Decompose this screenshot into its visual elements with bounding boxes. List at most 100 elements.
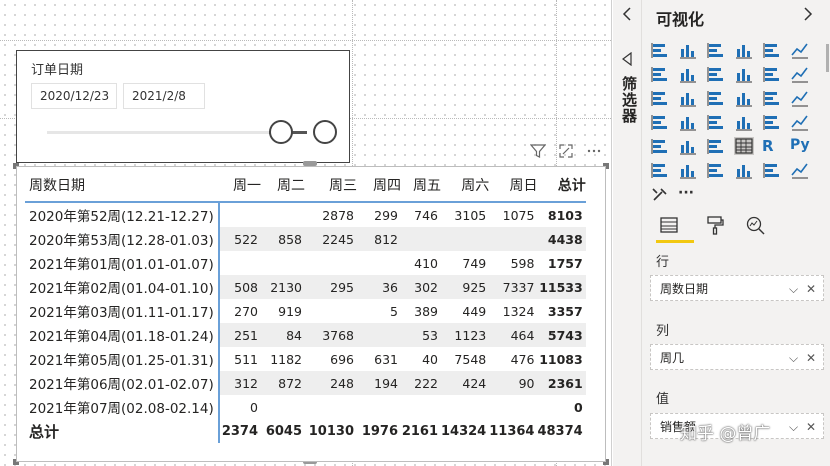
- row-total-cell[interactable]: 3357: [537, 299, 585, 323]
- table-cell[interactable]: [261, 395, 305, 419]
- 100-column-icon[interactable]: [790, 41, 810, 59]
- table-cell[interactable]: [219, 202, 261, 227]
- more-options-icon[interactable]: [584, 143, 604, 163]
- table-cell[interactable]: [401, 395, 441, 419]
- column-header[interactable]: 周五: [401, 169, 441, 203]
- table-cell[interactable]: 312: [219, 371, 261, 395]
- filled-map-icon[interactable]: [678, 113, 698, 131]
- table-cell[interactable]: [305, 395, 357, 419]
- table-cell[interactable]: 389: [401, 299, 441, 323]
- column-header[interactable]: 周数日期: [25, 169, 219, 203]
- more-visuals-icon[interactable]: ···: [678, 185, 698, 203]
- waterfall-icon[interactable]: [650, 89, 670, 107]
- table-cell[interactable]: 84: [261, 323, 305, 347]
- format-paint-roller-icon[interactable]: [704, 214, 726, 240]
- total-cell[interactable]: 1976: [357, 419, 401, 443]
- row-header[interactable]: 2021年第05周(01.25-01.31): [25, 347, 220, 371]
- table-cell[interactable]: [261, 202, 305, 227]
- table-cell[interactable]: [305, 251, 357, 275]
- table-cell[interactable]: 464: [489, 323, 538, 347]
- gauge-icon[interactable]: [734, 113, 754, 131]
- table-cell[interactable]: 858: [261, 227, 305, 251]
- qa-icon[interactable]: [706, 161, 726, 179]
- table-cell[interactable]: 295: [305, 275, 357, 299]
- column-header[interactable]: 周日: [489, 169, 538, 203]
- line-column-icon[interactable]: [734, 65, 754, 83]
- power-apps-icon[interactable]: [790, 161, 810, 179]
- row-total-cell[interactable]: 11533: [537, 275, 586, 299]
- table-cell[interactable]: [489, 395, 537, 419]
- total-cell[interactable]: 10130: [305, 419, 357, 443]
- table-cell[interactable]: 40: [401, 347, 441, 371]
- kpi-icon[interactable]: [650, 137, 670, 155]
- remove-field-icon[interactable]: ✕: [806, 282, 816, 296]
- table-cell[interactable]: 598: [489, 251, 537, 275]
- row-header[interactable]: 2021年第02周(01.04-01.10): [25, 275, 220, 299]
- table-cell[interactable]: [261, 251, 305, 275]
- pie-chart-icon[interactable]: [734, 89, 754, 107]
- table-cell[interactable]: [401, 227, 441, 251]
- table-cell[interactable]: [219, 251, 261, 275]
- table-row[interactable]: 2021年第05周(01.25-01.31) 511 1182 696 631 40 754…: [25, 347, 586, 371]
- table-cell[interactable]: 872: [261, 371, 305, 395]
- shape-map-icon[interactable]: [706, 113, 726, 131]
- table-cell[interactable]: 449: [441, 299, 489, 323]
- table-cell[interactable]: 746: [401, 202, 441, 227]
- columns-field-chip[interactable]: 周几 ⌵ ✕: [656, 349, 818, 367]
- slider-track[interactable]: [47, 131, 305, 134]
- total-cell[interactable]: 11364: [489, 419, 537, 443]
- column-header[interactable]: 总计: [537, 169, 586, 203]
- table-cell[interactable]: 3105: [441, 202, 489, 227]
- table-cell[interactable]: 511: [219, 347, 261, 371]
- column-header[interactable]: 周二: [261, 169, 305, 203]
- table-cell[interactable]: 5: [357, 299, 401, 323]
- collapse-chevron-icon[interactable]: [621, 6, 633, 25]
- table-cell[interactable]: [357, 395, 401, 419]
- table-cell[interactable]: 1123: [441, 323, 490, 347]
- table-cell[interactable]: [441, 395, 489, 419]
- table-cell[interactable]: 299: [357, 202, 401, 227]
- remove-field-icon[interactable]: ✕: [806, 420, 816, 434]
- row-header[interactable]: 2020年第53周(12.28-01.03): [25, 227, 220, 251]
- donut-chart-icon[interactable]: [762, 89, 782, 107]
- row-header[interactable]: 2021年第07周(02.08-02.14): [25, 395, 220, 419]
- table-row[interactable]: 2021年第07周(02.08-02.14) 0 0: [25, 395, 586, 419]
- table-cell[interactable]: 222: [401, 371, 441, 395]
- line-clustered-icon[interactable]: [762, 65, 782, 83]
- column-header[interactable]: 周六: [441, 169, 490, 203]
- remove-field-icon[interactable]: ✕: [806, 351, 816, 365]
- filters-label[interactable]: 筛选器: [619, 76, 640, 124]
- multirow-card-icon[interactable]: [790, 113, 810, 131]
- column-header[interactable]: 周一: [219, 169, 261, 203]
- table-cell[interactable]: 424: [441, 371, 490, 395]
- total-row[interactable]: 总计 2374 6045 10130 1976 2161 14324 11364 48374: [25, 419, 586, 443]
- table-cell[interactable]: 1182: [261, 347, 305, 371]
- stacked-bar-icon[interactable]: [650, 41, 670, 59]
- table-cell[interactable]: 812: [357, 227, 401, 251]
- row-total-cell[interactable]: 11083: [537, 347, 585, 371]
- row-header[interactable]: 2021年第03周(01.11-01.17): [25, 299, 220, 323]
- row-total-cell[interactable]: 4438: [537, 227, 586, 251]
- total-cell[interactable]: 2161: [401, 419, 441, 443]
- chevron-down-icon[interactable]: ⌵: [789, 420, 798, 434]
- table-cell[interactable]: 248: [305, 371, 357, 395]
- table-cell[interactable]: 522: [219, 227, 261, 251]
- table-cell[interactable]: 1075: [489, 202, 537, 227]
- chevron-down-icon[interactable]: ⌵: [789, 282, 798, 296]
- chevron-down-icon[interactable]: ⌵: [789, 351, 798, 365]
- table-row[interactable]: 2020年第52周(12.21-12.27) 2878 299 746 3105 1075…: [25, 202, 586, 227]
- table-cell[interactable]: 925: [441, 275, 490, 299]
- table-cell[interactable]: 3768: [305, 323, 357, 347]
- table-cell[interactable]: 270: [219, 299, 261, 323]
- scrollbar[interactable]: [826, 44, 829, 72]
- table-cell[interactable]: 1324: [489, 299, 537, 323]
- column-header[interactable]: 周三: [305, 169, 357, 203]
- table-row[interactable]: 2021年第06周(02.01-02.07) 312 872 248 194 222 424…: [25, 371, 586, 395]
- total-cell[interactable]: 6045: [261, 419, 305, 443]
- fields-tab-icon[interactable]: [658, 214, 680, 240]
- table-cell[interactable]: 251: [219, 323, 261, 347]
- row-header[interactable]: 2021年第01周(01.01-01.07): [25, 251, 220, 275]
- table-cell[interactable]: 631: [357, 347, 401, 371]
- table-cell[interactable]: 0: [219, 395, 261, 419]
- get-more-visuals-icon[interactable]: [650, 185, 670, 203]
